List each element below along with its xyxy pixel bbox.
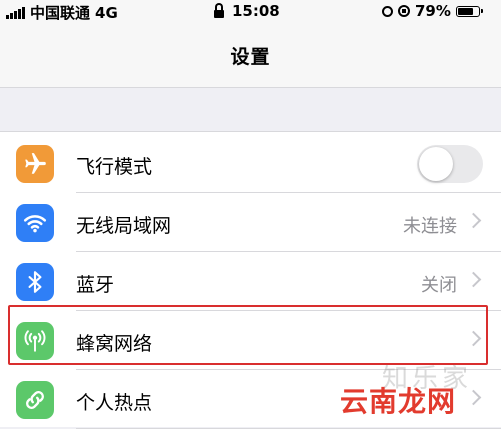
hotspot-link-icon bbox=[16, 381, 54, 419]
lock-icon bbox=[214, 2, 224, 18]
rotation-lock-icon bbox=[398, 5, 410, 17]
settings-row-value: 关闭 bbox=[421, 275, 457, 296]
status-center: 15:08 bbox=[214, 2, 280, 20]
alarm-icon bbox=[382, 5, 393, 17]
navigation-bar: 设置 bbox=[0, 22, 501, 88]
watermark: 云南龙网 bbox=[340, 385, 457, 418]
wifi-icon bbox=[16, 204, 54, 242]
carrier-name: 中国联通 bbox=[30, 4, 91, 22]
network-type: 4G bbox=[95, 3, 118, 22]
chevron-right-icon bbox=[465, 271, 482, 288]
settings-row-bluetooth[interactable]: 蓝牙 关闭 bbox=[0, 252, 501, 311]
battery-icon bbox=[455, 5, 483, 17]
airplane-toggle[interactable] bbox=[417, 145, 483, 183]
settings-row-label: 无线局域网 bbox=[76, 215, 172, 237]
cellular-signal-icon bbox=[6, 6, 25, 19]
settings-row-label: 个人热点 bbox=[76, 392, 153, 414]
toggle-knob bbox=[419, 147, 453, 181]
bluetooth-icon bbox=[16, 263, 54, 301]
chevron-right-icon bbox=[465, 212, 482, 229]
status-left: 中国联通 4G bbox=[6, 2, 118, 23]
settings-row-label: 飞行模式 bbox=[76, 156, 153, 178]
battery-percent: 79% bbox=[415, 2, 451, 20]
settings-row-value: 未连接 bbox=[403, 216, 457, 237]
settings-row-label: 蓝牙 bbox=[76, 274, 115, 296]
highlight-box bbox=[8, 305, 488, 365]
battery-fill bbox=[457, 7, 473, 15]
page-title: 设置 bbox=[230, 46, 271, 68]
status-right: 79% bbox=[382, 2, 483, 20]
settings-row-airplane[interactable]: 飞行模式 bbox=[0, 134, 501, 193]
airplane-icon bbox=[16, 145, 54, 183]
status-bar: 中国联通 4G 15:08 79% bbox=[0, 0, 501, 22]
status-time: 15:08 bbox=[232, 2, 280, 20]
settings-row-wifi[interactable]: 无线局域网 未连接 bbox=[0, 193, 501, 252]
